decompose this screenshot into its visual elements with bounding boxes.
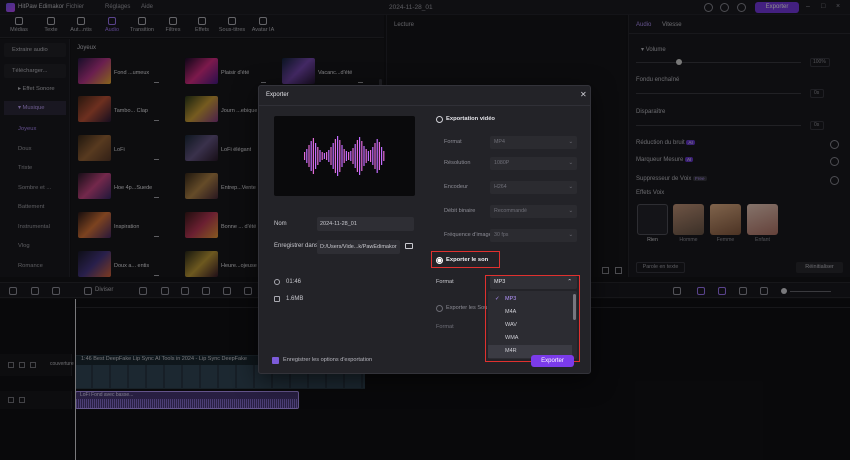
- video-option-label: Encodeur: [444, 184, 468, 190]
- video-option-select[interactable]: Recommandé ⌄: [490, 205, 577, 218]
- save-path-input[interactable]: D:/Users/Vide...k/PawEdimakor: [317, 240, 400, 254]
- waveform-bar: [372, 147, 374, 165]
- chevron-down-icon: ⌄: [568, 232, 573, 238]
- waveform-bar: [354, 144, 356, 168]
- waveform-bar: [378, 142, 380, 170]
- video-option-label: Format: [444, 139, 462, 145]
- video-option-value: 30 fps: [494, 232, 509, 238]
- save-to-label: Enregistrer dans: [274, 243, 319, 249]
- file-size-icon: [274, 296, 280, 302]
- video-option-value: 1080P: [494, 160, 510, 166]
- audio-preview: [274, 116, 415, 196]
- waveform-bar: [361, 141, 363, 171]
- video-option-select[interactable]: MP4 ⌄: [490, 136, 577, 149]
- dialog-title: Exporter: [266, 92, 289, 98]
- name-input[interactable]: 2024-11-28_01: [317, 217, 414, 231]
- video-export-label: Exportation vidéo: [446, 116, 495, 122]
- video-option-value: MP4: [494, 139, 505, 145]
- remember-options-checkbox[interactable]: [272, 357, 279, 364]
- waveform-bar: [312, 138, 314, 174]
- waveform-icon: [304, 136, 385, 176]
- video-export-radio[interactable]: [436, 116, 443, 123]
- sound-only-radio[interactable]: [436, 305, 443, 312]
- video-option-select[interactable]: 30 fps ⌄: [490, 229, 577, 242]
- export-button[interactable]: Exporter: [531, 355, 574, 367]
- waveform-bar: [330, 147, 332, 165]
- video-option-value: H264: [494, 184, 507, 190]
- file-size-value: 1.6MB: [286, 296, 304, 302]
- waveform-bar: [323, 153, 325, 159]
- video-option-label: Débit binaire: [444, 208, 476, 214]
- waveform-bar: [317, 147, 319, 165]
- waveform-bar: [304, 152, 306, 160]
- video-option-label: Fréquence d'image: [444, 232, 492, 238]
- waveform-bar: [328, 150, 330, 162]
- waveform-bar: [359, 137, 361, 175]
- waveform-bar: [332, 143, 334, 169]
- clock-icon: [274, 279, 280, 285]
- chevron-down-icon: ⌄: [568, 160, 573, 166]
- waveform-bar: [343, 149, 345, 163]
- waveform-bar: [376, 139, 378, 173]
- video-option-select[interactable]: 1080P ⌄: [490, 157, 577, 170]
- chevron-down-icon: ⌄: [568, 139, 573, 145]
- waveform-bar: [381, 147, 383, 165]
- waveform-bar: [310, 141, 312, 171]
- close-icon[interactable]: ✕: [580, 90, 587, 99]
- name-label: Nom: [274, 221, 287, 227]
- sound-only-format-label: Format: [436, 324, 454, 330]
- waveform-bar: [345, 151, 347, 161]
- waveform-bar: [308, 145, 310, 167]
- waveform-bar: [356, 140, 358, 172]
- waveform-bar: [341, 145, 343, 167]
- video-option-select[interactable]: H264 ⌄: [490, 181, 577, 194]
- chevron-down-icon: ⌄: [568, 184, 573, 190]
- folder-icon[interactable]: [405, 243, 413, 249]
- waveform-bar: [352, 148, 354, 164]
- sound-only-label: Exporter les Sou: [446, 305, 488, 311]
- waveform-bar: [363, 146, 365, 166]
- dialog-divider: [259, 105, 590, 106]
- highlight-format-dropdown: [485, 275, 580, 362]
- waveform-bar: [306, 149, 308, 163]
- waveform-bar: [337, 136, 339, 176]
- video-option-label: Résolution: [444, 160, 471, 166]
- waveform-bar: [348, 152, 350, 160]
- waveform-bar: [326, 152, 328, 160]
- export-dialog: Exporter ✕ Nom 2024-11-28_01 Enregistrer…: [258, 85, 591, 374]
- waveform-bar: [365, 149, 367, 163]
- waveform-bar: [339, 140, 341, 172]
- audio-format-label: Format: [436, 279, 454, 285]
- waveform-bar: [350, 151, 352, 161]
- waveform-bar: [370, 150, 372, 162]
- chevron-down-icon: ⌄: [568, 208, 573, 214]
- waveform-bar: [334, 139, 336, 173]
- waveform-bar: [383, 151, 385, 161]
- waveform-bar: [321, 152, 323, 160]
- highlight-audio-export: [431, 251, 500, 268]
- duration-value: 01:46: [286, 279, 302, 285]
- waveform-bar: [319, 150, 321, 162]
- remember-options-label: Enregistrer les options d'exportation: [283, 357, 373, 363]
- waveform-bar: [367, 151, 369, 161]
- waveform-bar: [315, 143, 317, 169]
- video-option-value: Recommandé: [494, 208, 527, 214]
- waveform-bar: [374, 143, 376, 169]
